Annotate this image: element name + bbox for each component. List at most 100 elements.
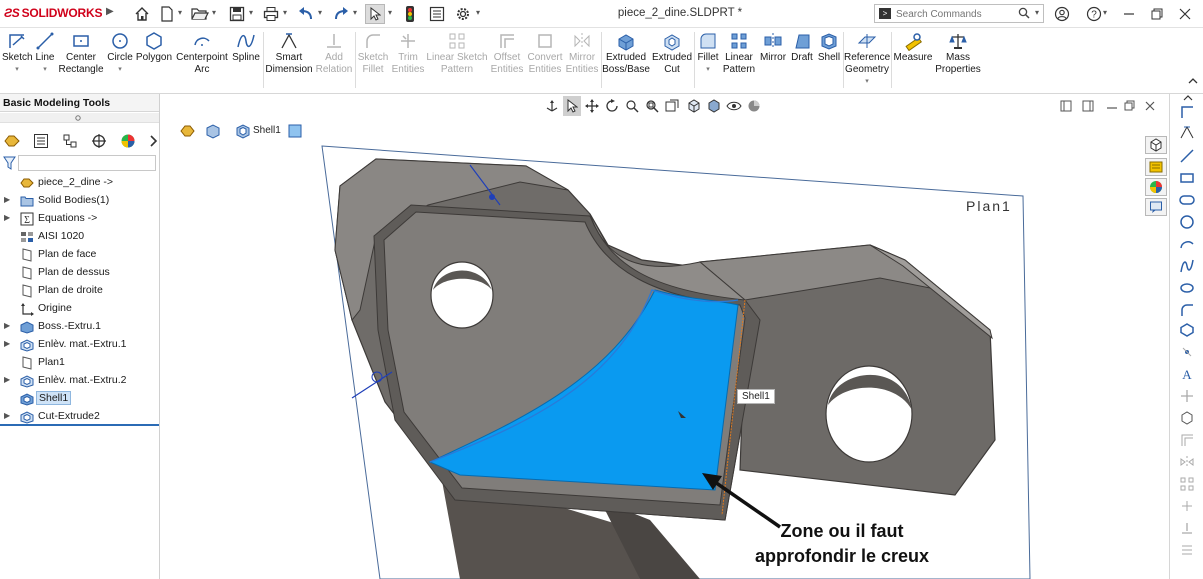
tree-item[interactable]: Plan1 [0,354,159,372]
dimxpertmanager-tab-icon[interactable] [88,132,110,150]
redo-icon[interactable] [331,4,351,24]
tab-basic-modeling-tools[interactable]: Basic Modeling Tools [0,94,159,112]
appearances-tab-icon[interactable] [1145,178,1167,196]
print-icon[interactable] [261,4,281,24]
tree-item[interactable]: ▶ Enlèv. mat.-Extru.1 [0,336,159,354]
tree-item[interactable]: ▶ Σ Equations -> [0,210,159,228]
polygon-button[interactable]: Polygon [135,30,173,64]
select-dropdown-icon[interactable]: ▾ [388,8,392,17]
search-input[interactable] [896,7,1016,21]
appearance-icon[interactable] [745,96,763,116]
line-dropdown-icon[interactable]: ▾ [33,65,57,74]
center-rectangle-button[interactable]: Center Rectangle [58,30,104,76]
tree-item[interactable]: Plan de droite [0,282,159,300]
sketch-button[interactable]: Sketch ▾ [2,30,33,74]
custom-properties-tab-icon[interactable] [1145,198,1167,216]
circle-dropdown-icon[interactable]: ▾ [106,65,134,74]
tree-item[interactable]: ▶ Boss.-Extru.1 [0,318,159,336]
tile-view-icon[interactable] [1081,99,1095,113]
spline-shortcut-icon[interactable] [1173,256,1201,276]
search-commands-box[interactable]: > ▾ [874,4,1044,23]
propertymanager-tab-icon[interactable] [30,132,52,150]
tree-item[interactable]: Plan de face [0,246,159,264]
restore-window-icon[interactable] [1148,5,1166,23]
tree-item[interactable]: ▶ Enlèv. mat.-Extru.2 [0,372,159,390]
rebuild-traffic-light-icon[interactable] [400,4,420,24]
save-icon[interactable] [227,4,247,24]
undo-icon[interactable] [296,4,316,24]
tree-item[interactable]: piece_2_dine -> [0,174,159,192]
breadcrumb-shell-label[interactable]: Shell1 [253,125,281,136]
rollback-bar[interactable] [0,424,159,426]
featuremanager-tab-icon[interactable] [1,132,23,150]
breadcrumb-face-icon[interactable] [287,123,303,139]
tree-filter-input[interactable] [18,155,156,171]
spline-button[interactable]: Spline [231,30,261,64]
view-orientation-cube-icon[interactable] [685,96,703,116]
help-dropdown-icon[interactable]: ▾ [1103,8,1107,17]
expand-arrow-icon[interactable]: ▶ [4,411,10,420]
zoom-to-area-icon[interactable] [643,96,661,116]
mirror-shortcut-icon[interactable] [1173,452,1201,472]
tree-item[interactable]: Shell1 [0,390,159,408]
reference-geometry-dropdown-icon[interactable]: ▾ [844,77,890,86]
sketch-fillet-button[interactable]: Sketch Fillet [356,30,390,76]
breadcrumb-body-icon[interactable] [205,123,221,139]
pattern-shortcut-icon[interactable] [1173,474,1201,494]
breadcrumb-shell-icon[interactable] [235,123,251,139]
ellipse-shortcut-icon[interactable] [1173,278,1201,298]
close-window-icon[interactable] [1176,5,1194,23]
zoom-to-fit-icon[interactable] [623,96,641,116]
print-dropdown-icon[interactable]: ▾ [283,8,287,17]
arc-shortcut-icon[interactable] [1173,234,1201,254]
expand-arrow-icon[interactable]: ▶ [4,213,10,222]
rotate-view-icon[interactable] [603,96,621,116]
centerpoint-arc-button[interactable]: Centerpoint Arc [174,30,230,76]
tree-item[interactable]: Plan de dessus [0,264,159,282]
convert-entities-button[interactable]: Convert Entities [526,30,564,76]
graphics-area[interactable]: Shell1 Plan1 Shell1 Zone ou il faut appr… [161,94,1167,579]
menu-expand-icon[interactable]: ▶ [106,6,114,17]
fillet-dropdown-icon[interactable]: ▾ [695,65,721,74]
model-view-canvas[interactable] [161,94,1167,579]
redo-dropdown-icon[interactable]: ▾ [353,8,357,17]
open-dropdown-icon[interactable]: ▾ [212,8,216,17]
undo-dropdown-icon[interactable]: ▾ [318,8,322,17]
measure-button[interactable]: Measure [892,30,934,64]
search-icon[interactable] [1018,7,1030,22]
offset-shortcut-icon[interactable] [1173,430,1201,450]
text-shortcut-icon[interactable]: A [1173,364,1201,384]
user-account-icon[interactable] [1053,5,1071,23]
new-document-icon[interactable] [157,4,177,24]
rectangle-shortcut-icon[interactable] [1173,168,1201,188]
expand-toolbar-chevron-icon[interactable] [1186,74,1200,88]
mass-properties-button[interactable]: Mass Properties [935,30,981,76]
configurationmanager-tab-icon[interactable] [59,132,81,150]
slot-shortcut-icon[interactable] [1173,190,1201,210]
extruded-boss-base-button[interactable]: Extruded Boss/Base [602,30,650,76]
more-shortcuts-icon[interactable] [1173,540,1201,560]
expand-arrow-icon[interactable]: ▶ [4,375,10,384]
polygon-shortcut-icon[interactable] [1173,320,1201,340]
viewport-restore-icon[interactable] [1123,99,1137,113]
point-shortcut-icon[interactable] [1173,342,1201,362]
help-icon[interactable]: ? [1085,5,1103,23]
circle-shortcut-icon[interactable] [1173,212,1201,232]
options-dropdown-icon[interactable]: ▾ [476,8,480,17]
solidworks-resources-tab-icon[interactable] [1145,136,1167,154]
circle-button[interactable]: Circle ▾ [106,30,134,74]
offset-entities-button[interactable]: Offset Entities [489,30,525,76]
extruded-cut-button[interactable]: Extruded Cut [651,30,693,76]
pan-icon[interactable] [583,96,601,116]
relation-shortcut-icon[interactable] [1173,518,1201,538]
fillet-shortcut-icon[interactable] [1173,300,1201,320]
solidworks-logo[interactable]: ƧS SOLIDWORKS [4,6,102,20]
display-style-icon[interactable] [705,96,723,116]
displaymanager-tab-icon[interactable] [117,132,139,150]
hide-show-items-icon[interactable] [725,96,743,116]
line-button[interactable]: Line ▾ [33,30,57,74]
tree-item[interactable]: Origine [0,300,159,318]
minimize-window-icon[interactable] [1120,5,1138,23]
new-dropdown-icon[interactable]: ▾ [178,8,182,17]
previous-view-icon[interactable] [663,96,681,116]
